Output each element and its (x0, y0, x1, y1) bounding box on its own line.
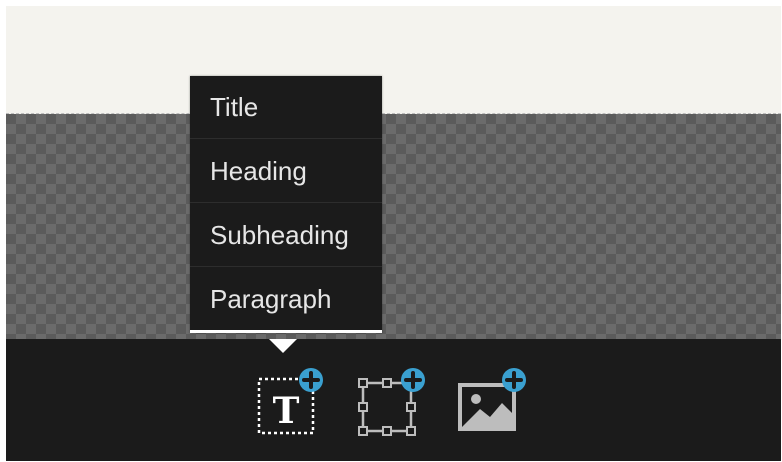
page-top-area[interactable] (6, 6, 781, 114)
image-add-icon (458, 368, 526, 431)
menu-item-paragraph[interactable]: Paragraph (190, 267, 382, 333)
editor-frame: T Title Heading Subheading Paragraph (6, 6, 781, 461)
add-box-button[interactable] (355, 367, 425, 437)
menu-item-heading[interactable]: Heading (190, 139, 382, 203)
menu-pointer-caret (269, 339, 297, 353)
canvas-placeholder-area[interactable] (6, 114, 781, 339)
insert-toolbar: T (6, 339, 781, 461)
add-image-button[interactable] (456, 367, 526, 437)
add-text-button[interactable]: T (253, 367, 323, 437)
text-tool-glyph: T (273, 390, 300, 432)
box-add-icon (358, 368, 425, 436)
text-add-icon: T (257, 368, 323, 435)
text-type-menu: Title Heading Subheading Paragraph (190, 76, 382, 333)
menu-item-subheading[interactable]: Subheading (190, 203, 382, 267)
menu-item-title[interactable]: Title (190, 76, 382, 139)
